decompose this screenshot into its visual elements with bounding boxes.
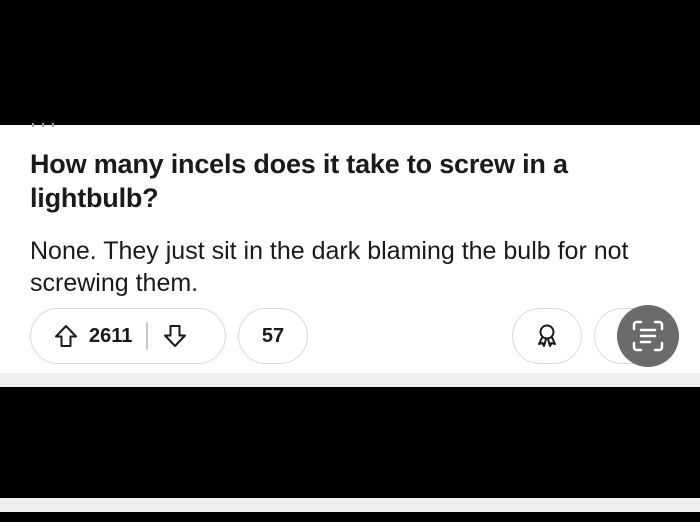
upvote-icon[interactable] [53, 323, 79, 349]
award-button[interactable] [512, 308, 582, 364]
comment-count: 57 [261, 324, 285, 347]
vote-bar: 2611 [30, 308, 226, 364]
downvote-icon[interactable] [162, 323, 188, 349]
vote-divider [146, 322, 148, 350]
truncated-text-marks [32, 123, 54, 127]
text-scan-button[interactable] [617, 305, 679, 367]
card-divider [0, 498, 700, 512]
post-body: None. They just sit in the dark blaming … [30, 237, 629, 297]
post-title[interactable]: How many incels does it take to screw in… [30, 147, 630, 215]
post-card: How many incels does it take to screw in… [0, 123, 700, 512]
live-text-scan-icon [630, 318, 666, 354]
award-icon [533, 322, 561, 350]
vote-count: 2611 [89, 324, 133, 347]
comments-button[interactable]: 57 [238, 308, 308, 364]
feed-separator [0, 373, 700, 387]
